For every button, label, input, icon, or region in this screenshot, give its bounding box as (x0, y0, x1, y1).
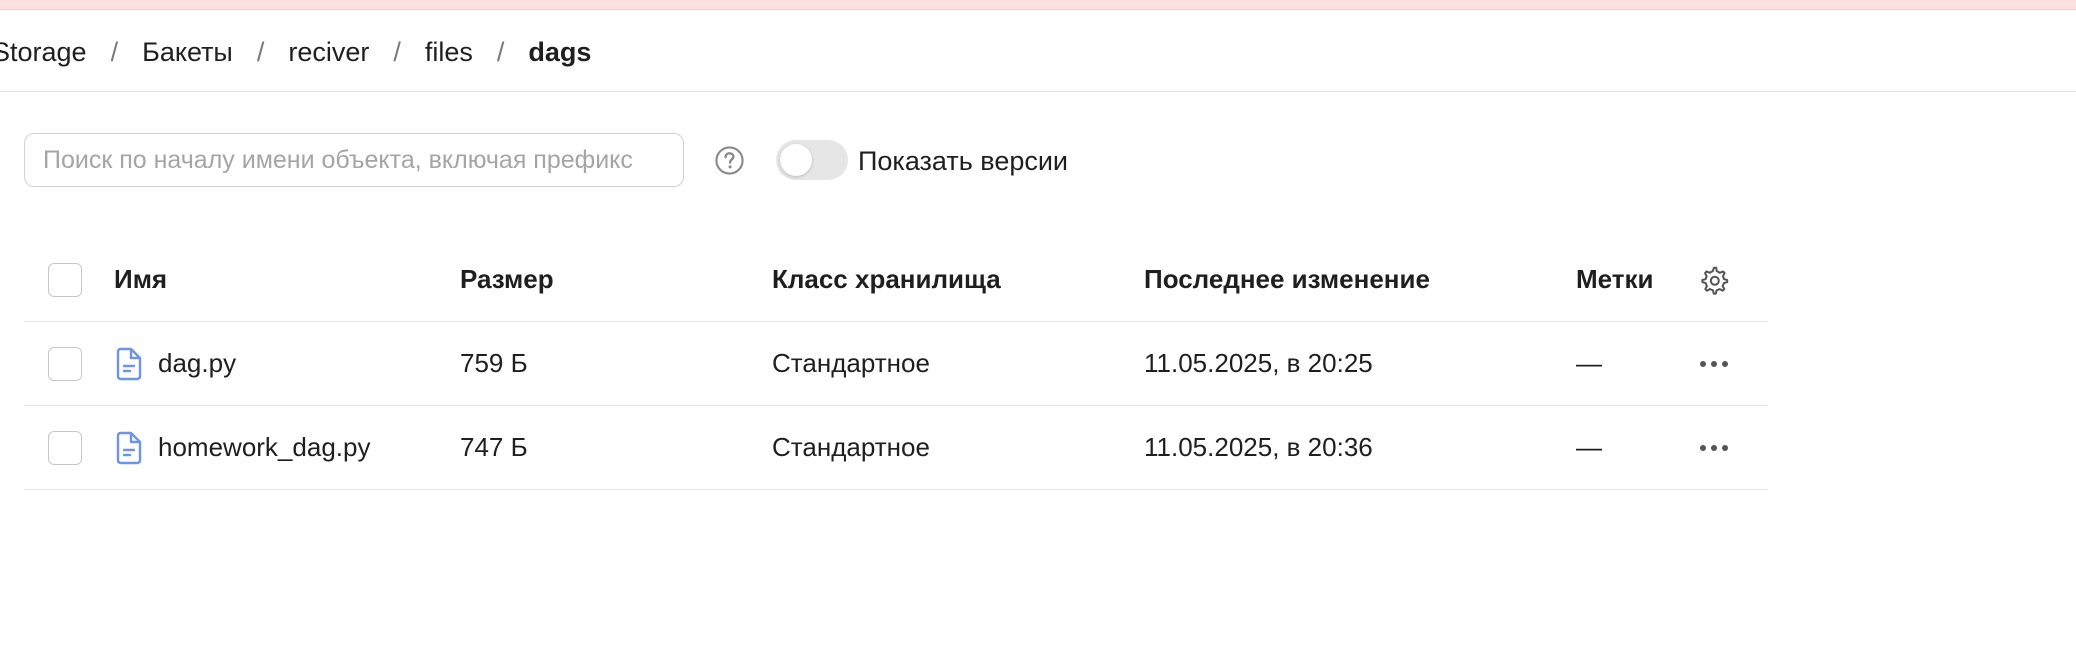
object-modified: 11.05.2025, в 20:36 (1144, 432, 1373, 462)
object-name-cell[interactable]: dag.py (114, 322, 236, 405)
column-header-tags[interactable]: Метки (1576, 238, 1654, 321)
table-row[interactable]: homework_dag.py 747 Б Стандартное 11.05.… (24, 406, 1768, 490)
show-versions-toggle[interactable] (776, 140, 848, 180)
file-icon (116, 347, 142, 380)
breadcrumb-folder-files[interactable]: files (425, 37, 473, 68)
column-header-modified[interactable]: Последнее изменение (1144, 238, 1430, 321)
row-checkbox[interactable] (48, 431, 82, 465)
column-settings-button[interactable] (1696, 238, 1732, 321)
row-actions-button[interactable] (1696, 322, 1732, 405)
header-divider (0, 91, 2076, 92)
column-header-storage-class[interactable]: Класс хранилища (772, 238, 1001, 321)
row-actions-button[interactable] (1696, 406, 1732, 489)
object-tags: — (1576, 348, 1602, 378)
toggle-knob (780, 144, 812, 176)
object-name[interactable]: dag.py (158, 348, 236, 379)
breadcrumb-separator: / (496, 36, 505, 67)
objects-table: Имя Размер Класс хранилища Последнее изм… (24, 238, 1768, 490)
object-size: 759 Б (460, 348, 528, 378)
more-icon (1700, 444, 1728, 451)
column-header-name[interactable]: Имя (114, 238, 167, 321)
breadcrumb-bucket-reciver[interactable]: reciver (288, 37, 369, 68)
object-name[interactable]: homework_dag.py (158, 432, 370, 463)
breadcrumb-current-folder: dags (528, 36, 592, 67)
breadcrumb-separator: / (393, 36, 401, 67)
table-header-row: Имя Размер Класс хранилища Последнее изм… (24, 238, 1768, 322)
top-alert-strip (0, 0, 2076, 10)
breadcrumb: Storage / Бакеты / reciver / files / dag… (0, 28, 591, 76)
object-name-cell[interactable]: homework_dag.py (114, 406, 370, 489)
column-header-size[interactable]: Размер (460, 238, 554, 321)
breadcrumb-storage[interactable]: Storage (0, 37, 87, 68)
object-storage-class: Стандартное (772, 432, 930, 462)
gear-icon (1701, 266, 1729, 295)
object-modified: 11.05.2025, в 20:25 (1144, 348, 1373, 378)
object-storage-class: Стандартное (772, 348, 930, 378)
breadcrumb-separator: / (256, 36, 265, 67)
object-size: 747 Б (460, 432, 528, 462)
object-tags: — (1576, 432, 1602, 462)
select-all-checkbox[interactable] (48, 263, 82, 297)
question-circle-icon[interactable] (714, 145, 745, 176)
table-row[interactable]: dag.py 759 Б Стандартное 11.05.2025, в 2… (24, 322, 1768, 406)
breadcrumb-buckets[interactable]: Бакеты (142, 37, 233, 68)
show-versions-label[interactable]: Показать версии (858, 145, 1068, 177)
row-checkbox[interactable] (48, 347, 82, 381)
search-input[interactable] (24, 133, 684, 187)
more-icon (1700, 360, 1728, 367)
file-icon (116, 431, 142, 464)
breadcrumb-separator: / (110, 36, 119, 67)
